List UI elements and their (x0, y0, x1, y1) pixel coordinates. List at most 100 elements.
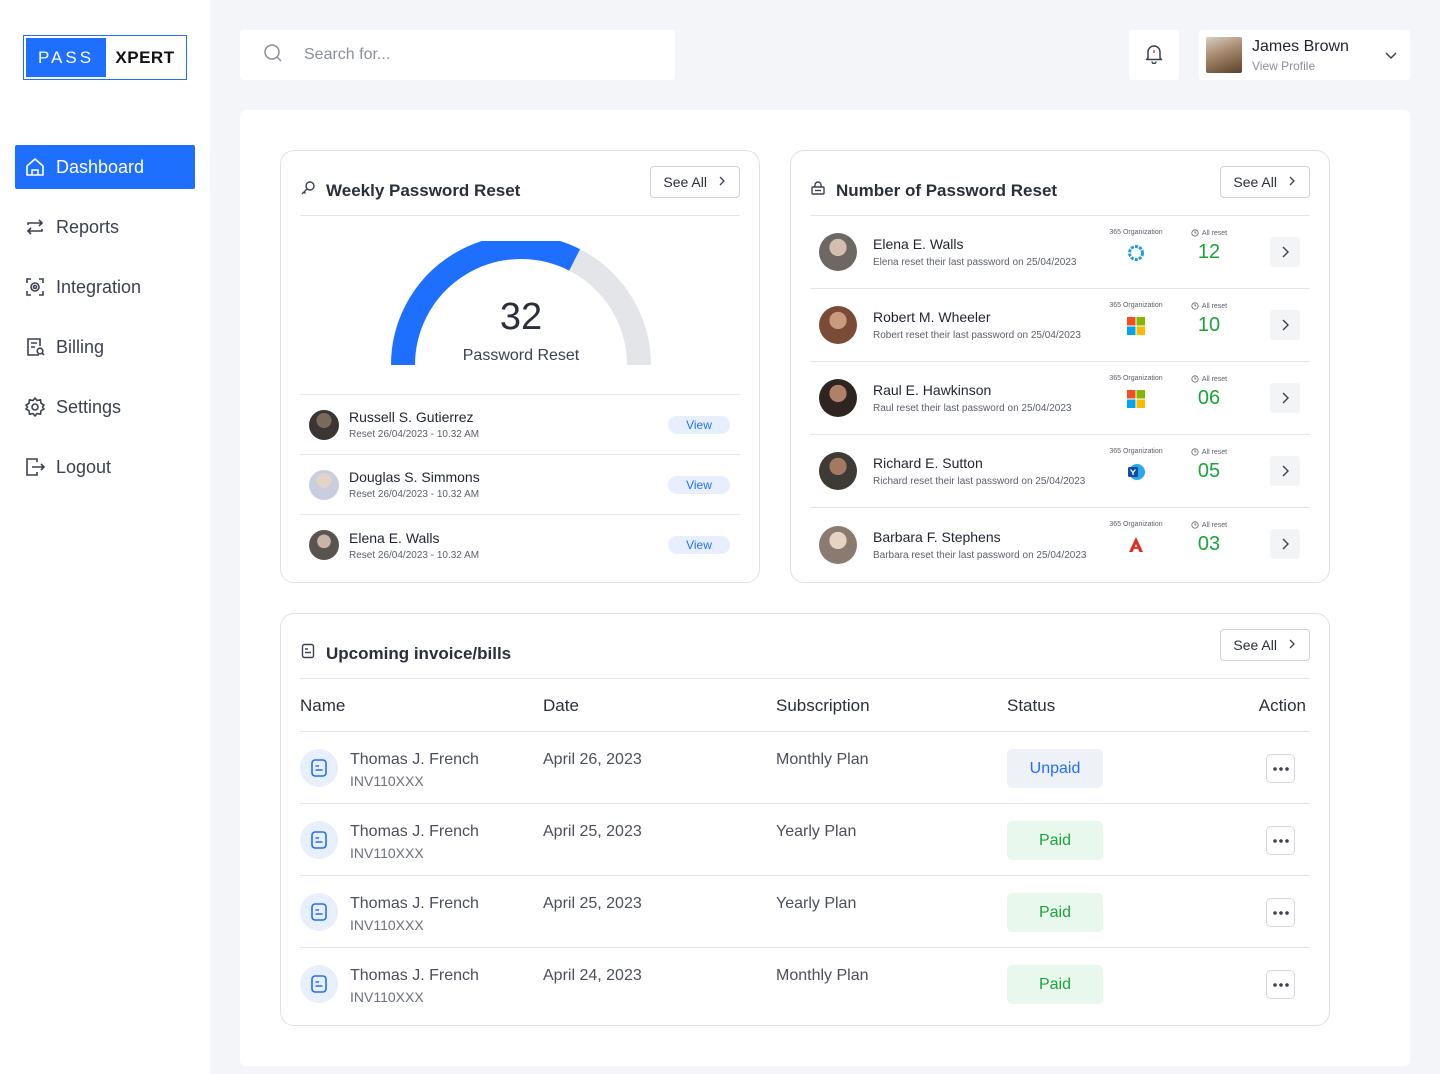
profile-menu[interactable]: James Brown View Profile (1199, 30, 1410, 80)
clock-icon (1191, 375, 1199, 383)
list-item: Barbara F. Stephens Barbara reset their … (810, 508, 1310, 581)
more-icon (1272, 838, 1289, 843)
organization: 365 Organization (1104, 302, 1168, 337)
logo-pass: PASS (26, 38, 106, 77)
see-all-button[interactable]: See All (1220, 166, 1310, 198)
card-header: Number of Password Reset See All (810, 166, 1310, 216)
sidebar-item-label: Dashboard (56, 156, 145, 177)
count-value: 05 (1197, 460, 1221, 482)
home-icon (24, 156, 46, 178)
count-label-text: All reset (1201, 375, 1228, 383)
view-button[interactable]: View (668, 536, 730, 554)
sidebar-item-settings[interactable]: Settings (15, 385, 195, 429)
weekly-reset-card: Weekly Password Reset See All 32 Passwor… (280, 150, 760, 583)
list-item-sub: Robert reset their last password on 25/0… (873, 330, 1081, 341)
card-header: Upcoming invoice/bills See All (300, 629, 1310, 679)
document-icon (300, 643, 316, 664)
more-icon (1272, 910, 1289, 915)
clock-icon (1191, 448, 1199, 456)
list-item-sub: Reset 26/04/2023 - 10.32 AM (349, 549, 480, 561)
organization: 365 Organization (1104, 375, 1168, 410)
see-all-button[interactable]: See All (1220, 629, 1310, 661)
list-item-name: Raul E. Hawkinson (873, 382, 992, 398)
table-row: Thomas J. French INV110XXX April 26, 202… (300, 732, 1310, 804)
sidebar-item-label: Billing (56, 336, 105, 357)
sidebar-item-label: Logout (56, 456, 112, 477)
password-reset-count-card: Number of Password Reset See All Elena E… (790, 150, 1330, 583)
view-button[interactable]: View (668, 476, 730, 494)
more-actions-button[interactable] (1266, 970, 1295, 999)
microsoft-icon (1125, 315, 1147, 337)
table-row: Thomas J. French INV110XXX April 25, 202… (300, 804, 1310, 876)
list-item-sub: Barbara reset their last password on 25/… (873, 549, 1087, 561)
invoice-name-cell: Thomas J. French INV110XXX (350, 895, 479, 933)
organization-label: 365 Organization (1109, 448, 1163, 455)
view-profile-link[interactable]: View Profile (1252, 59, 1349, 73)
list-item-sub: Reset 26/04/2023 - 10.32 AM (349, 429, 480, 440)
list-item: Elena E. Walls Reset 26/04/2023 - 10.32 … (300, 515, 740, 575)
open-details-button[interactable] (1270, 529, 1300, 559)
reset-count: All reset 03 (1184, 521, 1234, 556)
invoice-id: INV110XXX (350, 773, 424, 789)
more-actions-button[interactable] (1266, 898, 1295, 927)
count-label-text: All reset (1201, 521, 1228, 529)
notification-button[interactable] (1129, 30, 1179, 80)
search-input[interactable] (304, 46, 644, 64)
card-title: Weekly Password Reset (326, 180, 521, 200)
chevron-right-icon (1282, 465, 1289, 477)
reset-count: All reset 10 (1184, 302, 1234, 337)
table-row: Thomas J. French INV110XXX April 25, 202… (300, 876, 1310, 948)
more-icon (1272, 766, 1289, 771)
see-all-button[interactable]: See All (650, 166, 740, 198)
chevron-right-icon (1287, 174, 1297, 190)
list-item: Richard E. Sutton Richard reset their la… (810, 435, 1310, 508)
sidebar-item-logout[interactable]: Logout (15, 445, 195, 489)
sidebar-item-billing[interactable]: Billing (15, 325, 195, 369)
logout-icon (24, 456, 46, 478)
status-badge: Paid (1007, 821, 1103, 860)
invoice-plan: Monthly Plan (776, 751, 869, 768)
chevron-down-icon[interactable] (1384, 48, 1398, 67)
open-details-button[interactable] (1270, 237, 1300, 267)
list-item-sub: Raul reset their last password on 25/04/… (873, 403, 1072, 414)
invoice-id: INV110XXX (350, 989, 424, 1005)
list-item-name: Robert M. Wheeler (873, 309, 991, 325)
list-item: Elena E. Walls Elena reset their last pa… (810, 216, 1310, 289)
invoice-table: Name Date Subscription Status Action Tho… (300, 679, 1310, 1020)
open-details-button[interactable] (1270, 310, 1300, 340)
integration-icon (24, 276, 46, 298)
see-all-label: See All (1233, 637, 1277, 653)
invoice-name: Thomas J. French (350, 895, 479, 912)
list-item-info: Barbara F. Stephens Barbara reset their … (873, 529, 1086, 561)
key-icon (300, 180, 316, 201)
sidebar-item-reports[interactable]: Reports (15, 205, 195, 249)
reset-count: 32 (499, 296, 543, 338)
table-row: Thomas J. French INV110XXX April 24, 202… (300, 948, 1310, 1020)
sidebar-item-dashboard[interactable]: Dashboard (15, 145, 195, 189)
list-item-info: Elena E. Walls Reset 26/04/2023 - 10.32 … (349, 530, 479, 561)
invoice-name-cell: Thomas J. French INV110XXX (350, 823, 479, 861)
list-item-info: Richard E. Sutton Richard reset their la… (873, 455, 1085, 487)
invoice-plan: Yearly Plan (776, 895, 857, 912)
more-actions-button[interactable] (1266, 754, 1295, 783)
avatar (819, 379, 857, 417)
view-button[interactable]: View (668, 416, 730, 434)
count-label: All reset (1184, 521, 1234, 529)
list-item: Raul E. Hawkinson Raul reset their last … (810, 362, 1310, 435)
sidebar-item-label: Integration (56, 276, 142, 297)
invoice-plan: Monthly Plan (776, 967, 869, 984)
acrobat-icon (1125, 534, 1147, 556)
logo[interactable]: PASS XPERT (23, 35, 187, 80)
more-actions-button[interactable] (1266, 826, 1295, 855)
organization-label: 365 Organization (1109, 229, 1163, 236)
billing-icon (24, 336, 46, 358)
invoice-icon (300, 749, 338, 787)
open-details-button[interactable] (1270, 383, 1300, 413)
column-header-name: Name (300, 696, 346, 715)
count-label-text: All reset (1201, 302, 1228, 310)
list-item-name: Elena E. Walls (349, 529, 440, 546)
logo-xpert: XPERT (115, 47, 175, 67)
open-details-button[interactable] (1270, 456, 1300, 486)
sidebar-item-integration[interactable]: Integration (15, 265, 195, 309)
column-header-date: Date (543, 696, 579, 715)
